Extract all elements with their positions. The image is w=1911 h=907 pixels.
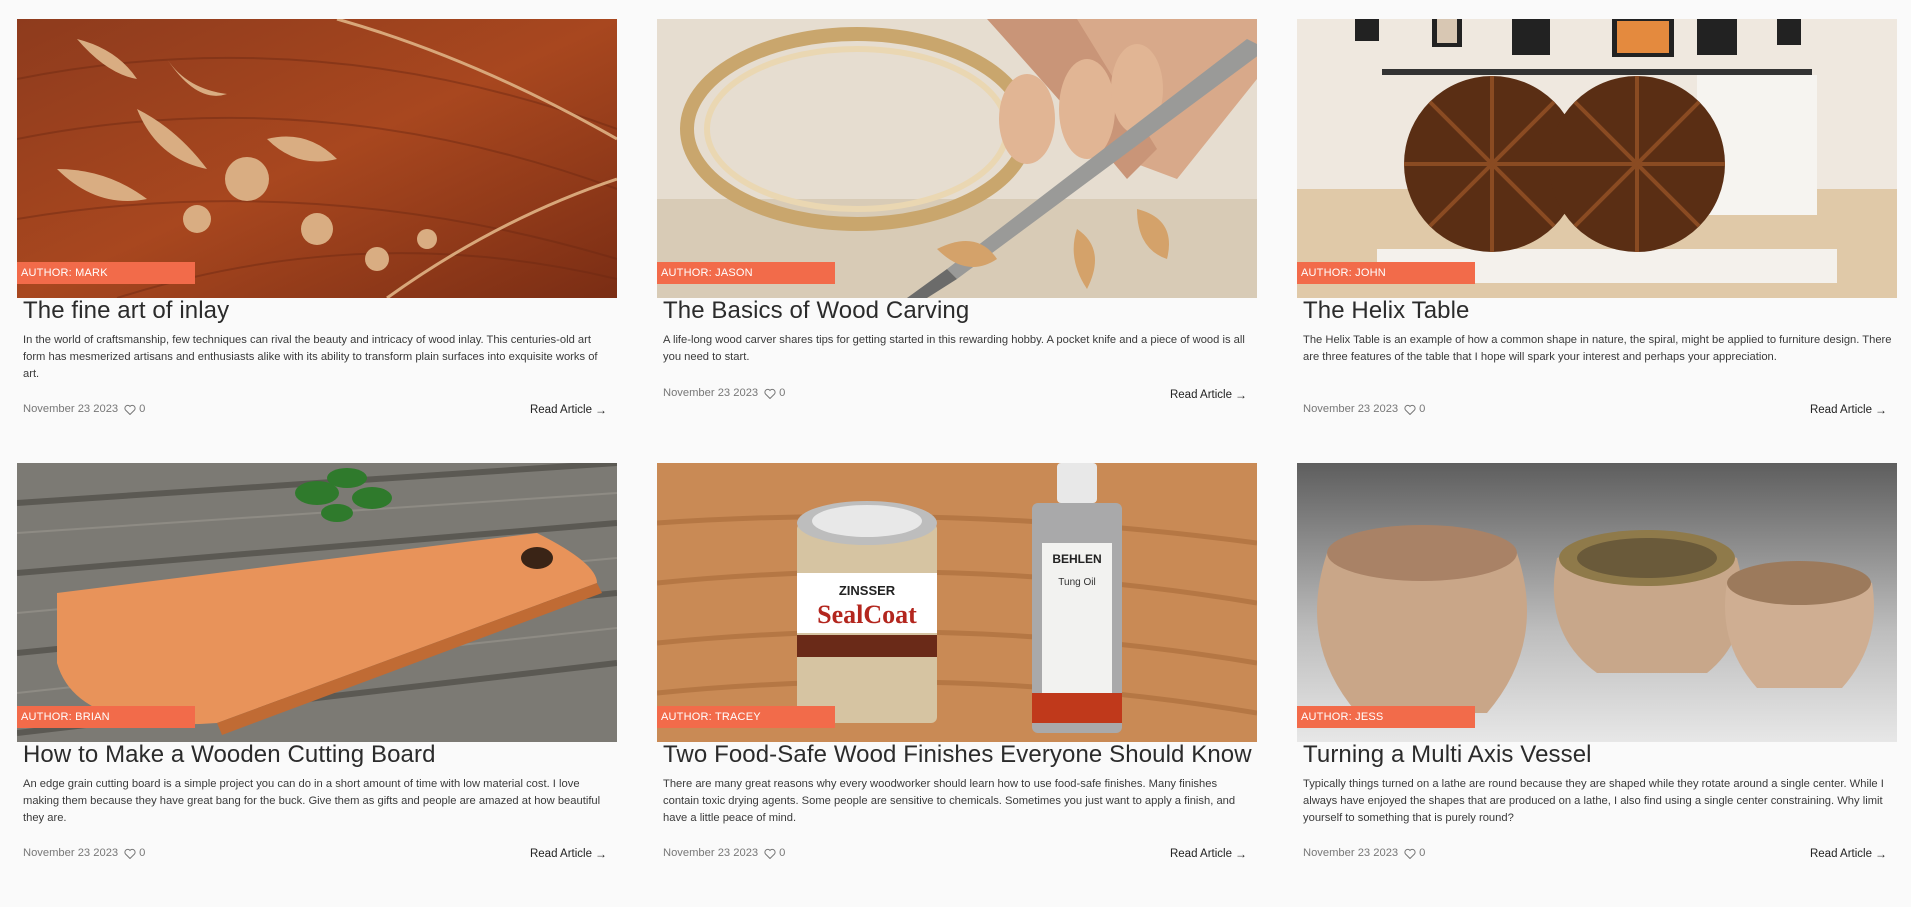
article-card: AUTHOR: JESS Turning a Multi Axis Vessel… [1297, 463, 1897, 907]
arrow-right-icon: → [595, 403, 607, 417]
read-article-label: Read Article [1809, 404, 1872, 416]
like-count: 0 [1419, 403, 1426, 415]
article-meta: November 23 2023 0 [663, 387, 785, 399]
can-product-1: SealCoat [817, 600, 917, 629]
arrow-right-icon: → [1235, 847, 1247, 861]
like-button[interactable]: 0 [1404, 847, 1425, 859]
read-article-label: Read Article [529, 848, 592, 860]
like-count: 0 [779, 387, 786, 399]
article-meta: November 23 2023 0 [1303, 847, 1425, 859]
article-date: November 23 2023 [1303, 847, 1399, 859]
inlay-image [17, 19, 617, 298]
article-date: November 23 2023 [663, 847, 759, 859]
article-title[interactable]: The Basics of Wood Carving [663, 297, 969, 325]
article-card: ZINSSER SealCoat BEHLEN Tung Oil AUTHOR:… [657, 463, 1257, 907]
arrow-right-icon: → [1875, 403, 1887, 417]
heart-icon [1404, 404, 1416, 415]
heart-icon [1404, 848, 1416, 859]
article-card: AUTHOR: JOHN The Helix Table The Helix T… [1297, 19, 1897, 463]
like-count: 0 [139, 403, 146, 415]
article-excerpt: A life-long wood carver shares tips for … [663, 334, 1245, 363]
article-meta: November 23 2023 0 [663, 847, 785, 859]
article-title[interactable]: Two Food-Safe Wood Finishes Everyone Sho… [663, 741, 1252, 769]
article-excerpt: Typically things turned on a lathe are r… [1303, 778, 1884, 824]
author-badge: AUTHOR: MARK [17, 262, 195, 284]
helix-table-photo[interactable]: AUTHOR: JOHN [1297, 19, 1897, 298]
article-excerpt: An edge grain cutting board is a simple … [23, 778, 601, 824]
carving-photo[interactable]: AUTHOR: JASON [657, 19, 1257, 298]
read-article-link[interactable]: Read Article → [1170, 388, 1247, 402]
article-grid: AUTHOR: MARK The fine art of inlay In th… [17, 19, 1897, 907]
author-badge: AUTHOR: JOHN [1297, 262, 1475, 284]
can-brand-2: BEHLEN [1052, 552, 1101, 566]
inlay-photo[interactable]: AUTHOR: MARK [17, 19, 617, 298]
carving-image [657, 19, 1257, 298]
vessel-photo[interactable]: AUTHOR: JESS [1297, 463, 1897, 742]
article-title[interactable]: How to Make a Wooden Cutting Board [23, 741, 436, 769]
article-card: AUTHOR: BRIAN How to Make a Wooden Cutti… [17, 463, 617, 907]
like-button[interactable]: 0 [764, 847, 785, 859]
cutting-board-photo[interactable]: AUTHOR: BRIAN [17, 463, 617, 742]
read-article-label: Read Article [1169, 848, 1232, 860]
read-article-label: Read Article [529, 404, 592, 416]
article-card: AUTHOR: MARK The fine art of inlay In th… [17, 19, 617, 463]
like-button[interactable]: 0 [124, 847, 145, 859]
article-meta: November 23 2023 0 [23, 847, 145, 859]
article-title[interactable]: The Helix Table [1303, 297, 1469, 325]
author-badge: AUTHOR: JASON [657, 262, 835, 284]
article-title[interactable]: Turning a Multi Axis Vessel [1303, 741, 1592, 769]
article-date: November 23 2023 [23, 847, 119, 859]
helix-table-image [1297, 19, 1897, 298]
heart-icon [124, 404, 136, 415]
article-excerpt: There are many great reasons why every w… [663, 778, 1236, 824]
author-badge: AUTHOR: TRACEY [657, 706, 835, 728]
heart-icon [124, 848, 136, 859]
article-date: November 23 2023 [663, 387, 759, 399]
like-count: 0 [779, 847, 786, 859]
like-button[interactable]: 0 [764, 387, 785, 399]
read-article-link[interactable]: Read Article → [530, 403, 607, 417]
article-title[interactable]: The fine art of inlay [23, 297, 229, 325]
can-product-2: Tung Oil [1058, 577, 1095, 588]
cutting-board-image [17, 463, 617, 742]
like-button[interactable]: 0 [124, 403, 145, 415]
read-article-label: Read Article [1809, 848, 1872, 860]
article-excerpt: The Helix Table is an example of how a c… [1303, 334, 1892, 363]
wood-finishes-photo[interactable]: ZINSSER SealCoat BEHLEN Tung Oil AUTHOR:… [657, 463, 1257, 742]
read-article-label: Read Article [1169, 389, 1232, 401]
like-count: 0 [1419, 847, 1426, 859]
read-article-link[interactable]: Read Article → [1810, 403, 1887, 417]
heart-icon [764, 848, 776, 859]
heart-icon [764, 388, 776, 399]
article-date: November 23 2023 [1303, 403, 1399, 415]
author-badge: AUTHOR: JESS [1297, 706, 1475, 728]
arrow-right-icon: → [1875, 847, 1887, 861]
arrow-right-icon: → [1235, 388, 1247, 402]
read-article-link[interactable]: Read Article → [1170, 847, 1247, 861]
arrow-right-icon: → [595, 847, 607, 861]
read-article-link[interactable]: Read Article → [530, 847, 607, 861]
vessel-image [1297, 463, 1897, 742]
article-excerpt: In the world of craftsmanship, few techn… [23, 334, 598, 380]
article-meta: November 23 2023 0 [23, 403, 145, 415]
can-brand-1: ZINSSER [839, 583, 896, 598]
like-button[interactable]: 0 [1404, 403, 1425, 415]
like-count: 0 [139, 847, 146, 859]
article-date: November 23 2023 [23, 403, 119, 415]
article-meta: November 23 2023 0 [1303, 403, 1425, 415]
wood-finishes-image: ZINSSER SealCoat BEHLEN Tung Oil [657, 463, 1257, 742]
author-badge: AUTHOR: BRIAN [17, 706, 195, 728]
article-card: AUTHOR: JASON The Basics of Wood Carving… [657, 19, 1257, 463]
read-article-link[interactable]: Read Article → [1810, 847, 1887, 861]
